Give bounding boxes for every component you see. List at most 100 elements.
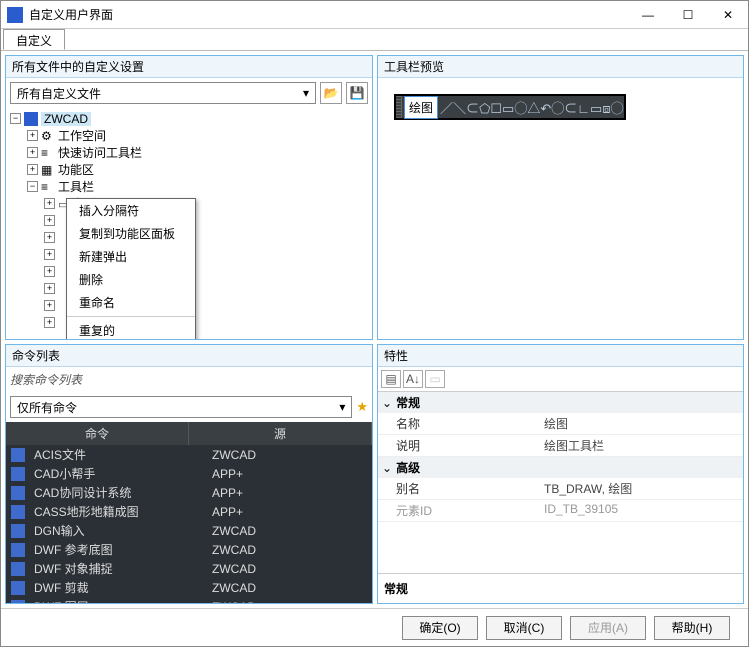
cmd-icon [11,524,25,538]
collapse-icon[interactable]: ⌄ [382,396,392,410]
app-icon [7,7,23,23]
expand-icon[interactable]: + [44,215,55,226]
menu-item[interactable]: 重复的 [67,319,195,339]
menu-item[interactable]: 插入分隔符 [67,199,195,222]
col-cmd[interactable]: 命令 [6,422,189,445]
expand-icon[interactable]: + [44,317,55,328]
expand-icon[interactable]: − [27,181,38,192]
search-input[interactable]: 搜索命令列表 [6,367,372,392]
toolbar-preview: 绘图 ／＼⊂⬠☐▭◯△↶◯⊂∟▭⧈◯ [394,94,626,120]
props-footer: 常规 [378,573,743,603]
cmd-source: APP+ [212,505,372,519]
cat-general: 常规 [396,394,420,411]
toolbar-grip-icon [396,96,402,118]
expand-icon[interactable]: + [44,232,55,243]
menu-item[interactable]: 新建弹出 [67,245,195,268]
tool-icon: △ [527,101,540,116]
customization-tree[interactable]: −ZWCAD +工作空间 +快速访问工具栏 +功能区 −工具栏 +标注 + + … [6,108,372,339]
prop-alias-value[interactable]: TB_DRAW, 绘图 [538,478,743,500]
star-icon[interactable]: ★ [356,399,368,415]
list-item[interactable]: DGN输入ZWCAD [6,521,372,540]
minimize-button[interactable]: — [628,1,668,29]
cmd-source: ZWCAD [212,562,372,576]
chevron-down-icon: ▾ [303,86,309,100]
close-button[interactable]: ✕ [708,1,748,29]
tree-ribbon[interactable]: 功能区 [58,161,94,178]
menu-item[interactable]: 重命名 [67,291,195,314]
cmd-icon [11,505,25,519]
tree-root[interactable]: ZWCAD [41,112,91,126]
chevron-down-icon: ▾ [339,400,345,414]
cmd-icon [11,486,25,500]
collapse-icon[interactable]: ⌄ [382,461,392,475]
expand-icon[interactable]: − [10,113,21,124]
props-title: 特性 [378,345,743,367]
open-folder-button[interactable]: 📂 [320,82,342,104]
cmd-filter-value: 仅所有命令 [17,399,77,416]
context-menu: 插入分隔符复制到功能区面板新建弹出删除重命名重复的复制粘贴 [66,198,196,339]
cmd-icon [11,562,25,576]
tool-icon: ⬠ [479,101,490,116]
cmd-source: APP+ [212,486,372,500]
prop-name-value[interactable]: 绘图 [538,413,743,435]
help-button[interactable]: 帮助(H) [654,616,730,640]
cmd-source: ZWCAD [212,448,372,462]
expand-icon[interactable]: + [44,198,55,209]
tab-customize[interactable]: 自定义 [3,29,65,50]
toolbar-label: 绘图 [404,96,438,119]
gear-icon [41,129,55,143]
grid-icon [41,163,55,177]
bars-icon [41,146,55,160]
list-item[interactable]: CAD小帮手APP+ [6,464,372,483]
save-button[interactable]: 💾 [346,82,368,104]
tool-icon: ◯ [611,101,624,116]
menu-item[interactable]: 复制到功能区面板 [67,222,195,245]
cmd-name: CAD小帮手 [30,465,212,482]
file-combo[interactable]: 所有自定义文件 ▾ [10,82,316,104]
file-combo-value: 所有自定义文件 [17,85,101,102]
cmd-source: ZWCAD [212,524,372,538]
expand-icon[interactable]: + [44,249,55,260]
sort-az-icon[interactable]: A↓ [403,370,423,388]
tree-toolbars[interactable]: 工具栏 [58,178,94,195]
expand-icon[interactable]: + [44,283,55,294]
cmd-icon [11,467,25,481]
cmd-name: DWF 剪裁 [30,579,212,596]
expand-icon[interactable]: + [27,130,38,141]
prop-desc-key: 说明 [378,435,538,457]
command-list[interactable]: ACIS文件ZWCADCAD小帮手APP+CAD协同设计系统APP+CASS地形… [6,445,372,603]
expand-icon[interactable]: + [27,147,38,158]
tool-icon: ▭ [502,101,514,116]
prop-eid-value: ID_TB_39105 [538,500,743,522]
list-item[interactable]: DWF 剪裁ZWCAD [6,578,372,597]
list-item[interactable]: CASS地形地籍成图APP+ [6,502,372,521]
categorized-icon[interactable]: ▤ [381,370,401,388]
expand-icon[interactable]: + [44,266,55,277]
maximize-button[interactable]: ☐ [668,1,708,29]
cmd-icon [11,581,25,595]
expand-icon[interactable]: + [27,164,38,175]
list-item[interactable]: DWF 参考底图ZWCAD [6,540,372,559]
list-item[interactable]: CAD协同设计系统APP+ [6,483,372,502]
cmd-icon [11,600,25,604]
tool-icon: ／ [440,101,453,116]
prop-name-key: 名称 [378,413,538,435]
expand-icon[interactable]: + [44,300,55,311]
menu-item[interactable]: 删除 [67,268,195,291]
zwcad-icon [24,112,38,126]
prop-pages-icon[interactable]: ▭ [425,370,445,388]
tree-qat[interactable]: 快速访问工具栏 [58,144,142,161]
cancel-button[interactable]: 取消(C) [486,616,562,640]
preview-title: 工具栏预览 [378,56,743,78]
apply-button[interactable]: 应用(A) [570,616,646,640]
cmd-filter-combo[interactable]: 仅所有命令 ▾ [10,396,352,418]
prop-eid-key: 元素ID [378,500,538,522]
cmd-name: CASS地形地籍成图 [30,503,212,520]
col-src[interactable]: 源 [189,422,372,445]
prop-desc-value[interactable]: 绘图工具栏 [538,435,743,457]
ok-button[interactable]: 确定(O) [402,616,478,640]
list-item[interactable]: DWF 图层ZWCAD [6,597,372,603]
list-item[interactable]: DWF 对象捕捉ZWCAD [6,559,372,578]
list-item[interactable]: ACIS文件ZWCAD [6,445,372,464]
tree-workspace[interactable]: 工作空间 [58,127,106,144]
